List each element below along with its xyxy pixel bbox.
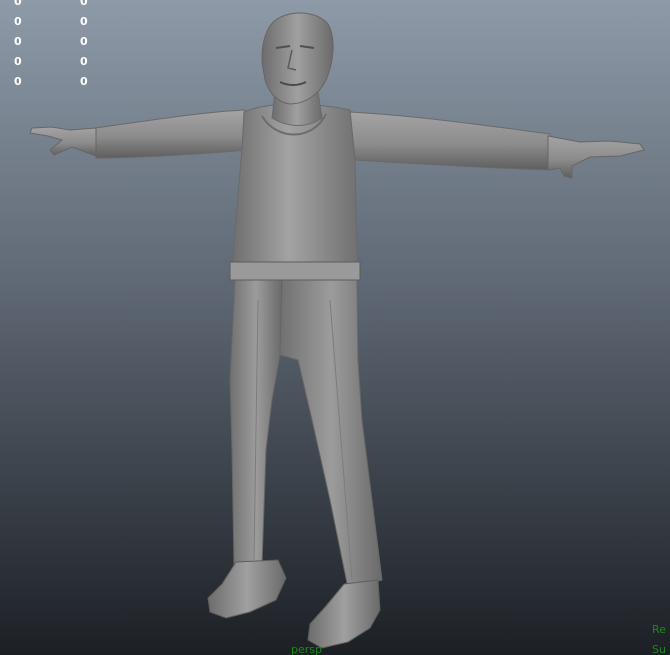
torso — [231, 103, 359, 267]
hud-stat-value: 0 — [80, 55, 88, 68]
3d-viewport[interactable]: 0 0 0 0 0 0 0 0 0 0 persp Re Su — [0, 0, 670, 655]
camera-name-label: persp — [291, 643, 322, 655]
hud-stat-value: 0 — [14, 55, 22, 68]
corner-label: Re — [652, 623, 666, 636]
hud-stat-value: 0 — [80, 75, 88, 88]
hud-stat-value: 0 — [14, 15, 22, 28]
hud-stat-value: 0 — [14, 75, 22, 88]
hud-stat-value: 0 — [14, 35, 22, 48]
viewport-scene[interactable] — [0, 0, 670, 655]
hud-stat-value: 0 — [80, 0, 88, 8]
hud-stat-value: 0 — [80, 35, 88, 48]
hud-stat-value: 0 — [14, 0, 22, 8]
belt — [229, 261, 361, 281]
hud-stat-value: 0 — [80, 15, 88, 28]
corner-label: Su — [652, 643, 666, 655]
